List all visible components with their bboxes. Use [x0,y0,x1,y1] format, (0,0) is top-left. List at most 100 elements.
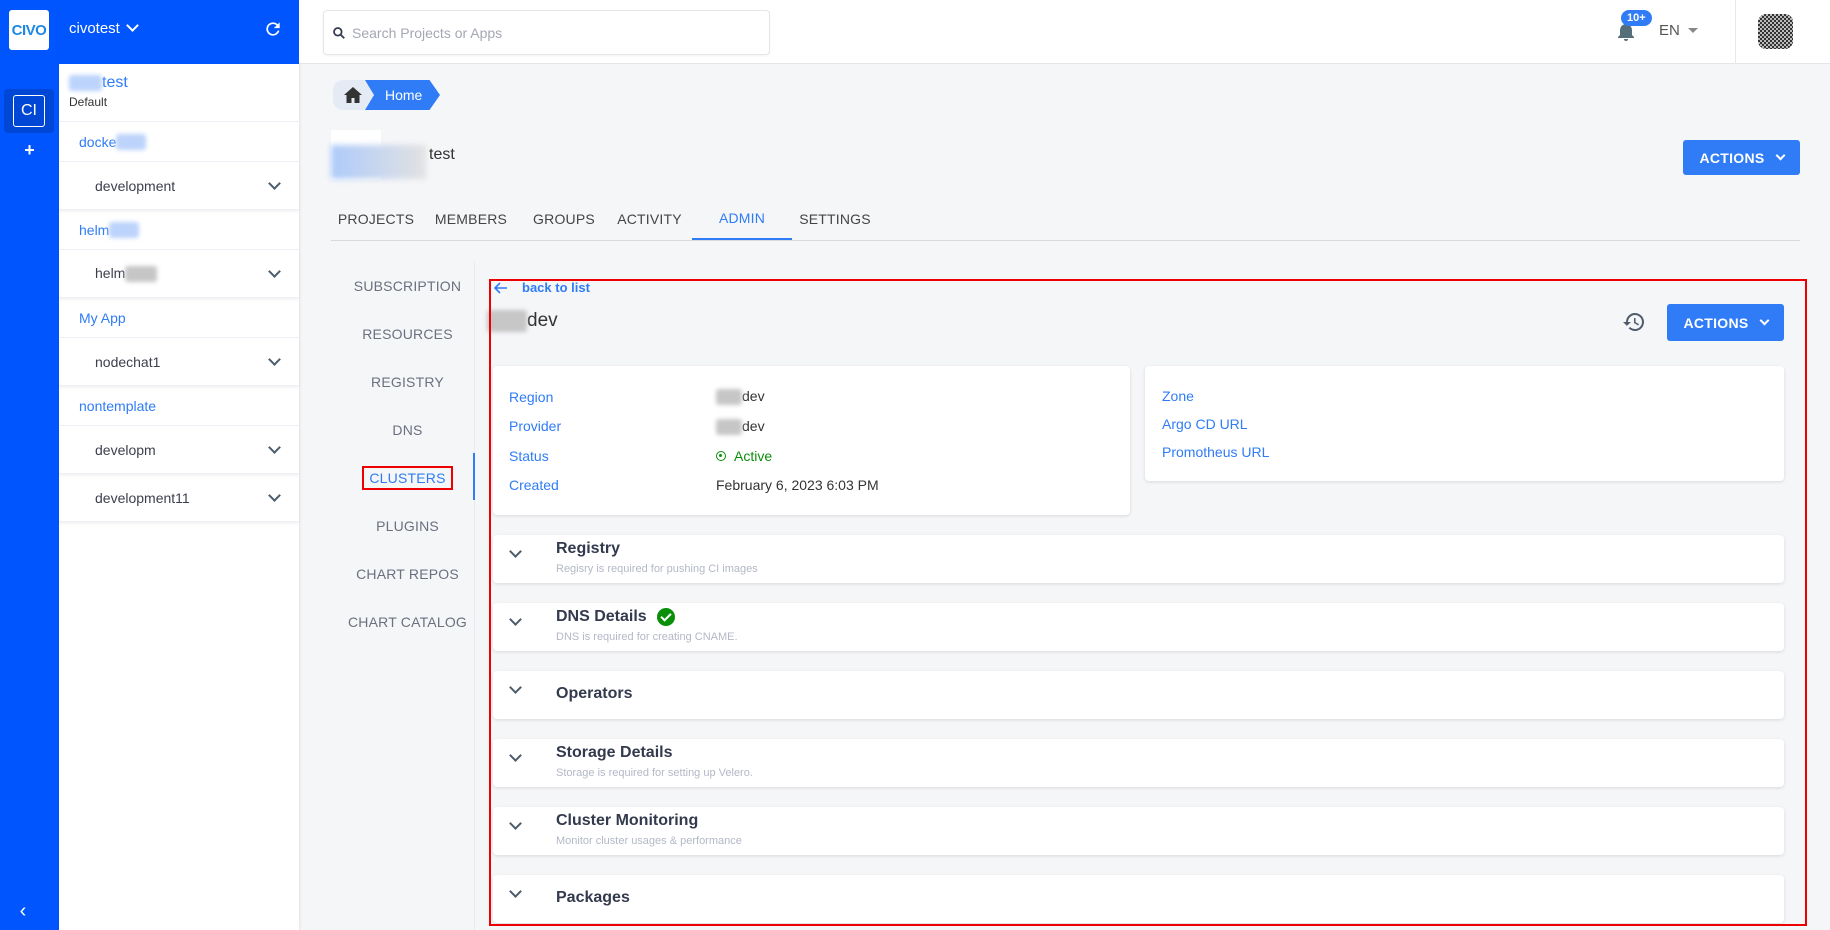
team-subtitle: Default [69,95,108,109]
section-registry[interactable]: Registry Regisry is required for pushing … [493,535,1784,583]
section-storage-details[interactable]: Storage Details Storage is required for s… [493,739,1784,787]
subnav-label: CHART REPOS [356,566,459,582]
org-actions-button[interactable]: ACTIONS [1683,140,1800,175]
subnav-dns[interactable]: DNS [340,406,475,454]
back-to-list-link[interactable]: back to list [494,280,590,295]
subnav-chart-catalog[interactable]: CHART CATALOG [340,598,475,646]
org-chip[interactable]: CI [4,89,54,133]
history-icon[interactable] [1622,310,1646,339]
link-zone[interactable]: Zone [1162,382,1767,410]
divider [1735,0,1736,64]
tab-admin[interactable]: ADMIN [692,198,792,240]
section-subtitle: Storage is required for setting up Veler… [556,767,753,779]
subnav-label: RESOURCES [362,326,453,342]
detail-value: dev [716,418,765,435]
panel-header: civotest [59,0,299,64]
search-icon [333,26,345,39]
cluster-title: dev [487,310,558,332]
project-name: My App [79,309,126,326]
chevron-down-icon[interactable] [509,749,522,762]
subnav-clusters[interactable]: CLUSTERS [340,454,475,502]
org-actions-label: ACTIONS [1699,149,1765,166]
detail-key: Region [509,388,554,405]
chevron-down-icon[interactable] [268,352,281,366]
team-name: test [69,74,289,92]
civo-logo[interactable]: CIVO [9,10,49,50]
tab-groups[interactable]: GROUPS [521,198,607,240]
chevron-down-icon[interactable] [268,264,281,278]
section-operators[interactable]: Operators [493,671,1784,719]
tab-members[interactable]: MEMBERS [421,198,521,240]
cluster-actions-button[interactable]: ACTIONS [1667,304,1784,341]
language-label: EN [1659,22,1680,39]
tab-projects[interactable]: PROJECTS [331,198,421,240]
chevron-down-icon[interactable] [268,440,281,454]
app-item[interactable]: developm [59,426,299,474]
team-item[interactable]: test Default [59,64,299,122]
app-item[interactable]: helm [59,250,299,298]
redacted [116,133,147,150]
search-input[interactable] [352,24,752,41]
project-name: nontemplate [79,397,157,414]
app-item[interactable]: development [59,162,299,210]
org-chip-label: CI [13,95,45,127]
detail-key: Status [509,447,549,464]
project-title[interactable]: nontemplate [59,386,299,426]
link-argo-cd-url[interactable]: Argo CD URL [1162,410,1767,438]
chevron-down-icon[interactable] [268,176,281,190]
app-name: development [95,177,176,194]
chevron-down-icon[interactable] [509,681,522,694]
add-org-button[interactable]: + [0,140,59,161]
cluster-actions-label: ACTIONS [1683,314,1749,331]
subnav-label: REGISTRY [371,374,444,390]
link-promotheus-url[interactable]: Promotheus URL [1162,438,1767,466]
app-item[interactable]: development11 [59,474,299,522]
user-avatar[interactable] [1758,14,1793,49]
subnav-label: SUBSCRIPTION [353,278,462,294]
tab-settings[interactable]: SETTINGS [792,198,878,240]
subnav-subscription[interactable]: SUBSCRIPTION [340,262,475,310]
org-switcher[interactable]: civotest [69,19,263,37]
subnav-registry[interactable]: REGISTRY [340,358,475,406]
subnav-label: CLUSTERS [362,466,453,490]
search-box [323,10,770,55]
collapse-sidebar-icon[interactable]: ‹ [0,900,46,923]
chevron-down-icon[interactable] [268,488,281,502]
chevron-down-icon[interactable] [509,545,522,558]
project-list: docke development helm helm My App nodechat1 n… [59,122,299,522]
tab-activity[interactable]: ACTIVITY [607,198,692,240]
top-bar: 10+ EN [299,0,1830,64]
language-selector[interactable]: EN [1659,22,1698,39]
section-title: Registry [556,540,621,557]
detail-value: dev [716,388,765,406]
refresh-icon[interactable] [263,19,283,45]
detail-row: Status Active [509,441,1114,471]
subnav-resources[interactable]: RESOURCES [340,310,475,358]
project-title[interactable]: helm [59,210,299,250]
chevron-down-icon[interactable] [509,817,522,830]
org-logo [331,130,426,180]
section-dns-details[interactable]: DNS Details DNS is required for creating … [493,603,1784,651]
subnav-label: DNS [392,422,423,438]
detail-row: Provider dev [509,412,1114,442]
app-item[interactable]: nodechat1 [59,338,299,386]
project-title[interactable]: docke [59,122,299,162]
breadcrumb-current[interactable]: Home [365,80,440,110]
detail-value: February 6, 2023 6:03 PM [716,477,879,494]
cluster-links-card: Zone Argo CD URL Promotheus URL [1145,366,1784,481]
chevron-down-icon[interactable] [509,613,522,626]
section-packages[interactable]: Packages [493,875,1784,923]
project-title[interactable]: My App [59,298,299,338]
section-title: Cluster Monitoring [556,812,699,829]
org-name: test [429,146,455,163]
subnav-label: CHART CATALOG [347,614,468,630]
caret-down-icon [1687,28,1698,33]
section-title: Storage Details [556,744,673,761]
section-title: DNS Details [556,608,675,626]
section-cluster-monitoring[interactable]: Cluster Monitoring Monitor cluster usages… [493,807,1784,855]
detail-row: Region dev [509,382,1114,412]
subnav-plugins[interactable]: PLUGINS [340,502,475,550]
subnav-chart-repos[interactable]: CHART REPOS [340,550,475,598]
breadcrumb-home[interactable] [333,80,373,110]
chevron-down-icon[interactable] [509,885,522,898]
